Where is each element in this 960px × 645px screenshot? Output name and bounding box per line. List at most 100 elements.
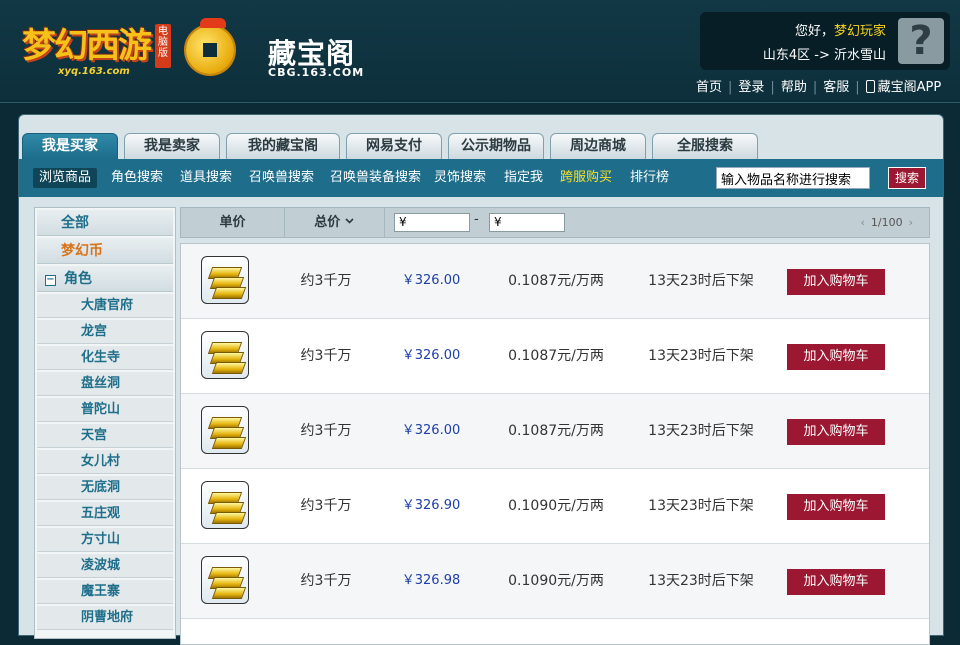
table-row[interactable]: 约3千万 ￥326.90 0.1090元/万两 13天23时后下架 加入购物车: [181, 469, 929, 544]
add-to-cart-button[interactable]: 加入购物车: [787, 494, 885, 520]
sidebar-item-role[interactable]: 魔王寨: [37, 580, 173, 604]
link-home[interactable]: 首页: [696, 80, 722, 95]
list-header: 单价 总价 ¥ - ¥ ‹ 1/100 ›: [180, 207, 930, 238]
sidebar-item-role[interactable]: 凌波城: [37, 554, 173, 578]
page-indicator: 1/100: [870, 216, 903, 229]
chevron-down-icon: [345, 218, 354, 224]
game-logo-badge: 电脑版: [155, 24, 171, 68]
tab-seller[interactable]: 我是卖家: [124, 133, 220, 159]
top-links: 首页 | 登录 | 帮助 | 客服 | 藏宝阁APP: [696, 80, 942, 95]
collapse-icon[interactable]: −: [45, 275, 56, 286]
category-roles-label: 角色: [64, 271, 92, 287]
listing-expire: 13天23时后下架: [648, 573, 754, 589]
table-row[interactable]: 约3千万 ￥326.00 0.1087元/万两 13天23时后下架 加入购物车: [181, 394, 929, 469]
price-range-dash: -: [474, 212, 479, 227]
sidebar-item-role[interactable]: 五庄观: [37, 502, 173, 526]
phone-icon: [865, 80, 875, 93]
tab-mall[interactable]: 周边商城: [550, 133, 646, 159]
tab-my-cbg[interactable]: 我的藏宝阁: [226, 133, 340, 159]
link-service[interactable]: 客服: [823, 80, 849, 95]
subnav-accessory-search[interactable]: 灵饰搜索: [428, 168, 492, 188]
pager: ‹ 1/100 ›: [854, 208, 919, 237]
category-roles[interactable]: − 角色: [37, 266, 173, 292]
server-info: 山东4区 -> 沂水雪山: [762, 48, 886, 63]
game-logo[interactable]: 梦幻西游 电脑版 xyq.163.com: [22, 18, 182, 80]
greeting: 您好，梦幻玩家: [794, 24, 886, 39]
gold-bar-icon[interactable]: [201, 406, 249, 454]
sidebar-item-role[interactable]: 方寸山: [37, 528, 173, 552]
sub-navigation: 浏览商品 角色搜索 道具搜索 召唤兽搜索 召唤兽装备搜索 灵饰搜索 指定我 跨服…: [19, 159, 943, 197]
listing-rate: 0.1087元/万两: [508, 273, 604, 289]
sidebar-item-role[interactable]: 女儿村: [37, 450, 173, 474]
table-row[interactable]: 约3千万 ￥326.98 0.1090元/万两 13天23时后下架 加入购物车: [181, 544, 929, 619]
category-all[interactable]: 全部: [37, 210, 173, 236]
min-price-input[interactable]: ¥: [394, 213, 470, 232]
subnav-browse[interactable]: 浏览商品: [33, 168, 98, 188]
max-price-input[interactable]: ¥: [489, 213, 565, 232]
listing-amount: 约3千万: [300, 423, 352, 439]
next-page-icon[interactable]: ›: [909, 216, 913, 229]
table-row[interactable]: 约3千万 ￥326.00 0.1087元/万两 13天23时后下架 加入购物车: [181, 244, 929, 319]
link-help[interactable]: 帮助: [781, 80, 807, 95]
listing-rate: 0.1087元/万两: [508, 423, 604, 439]
listing-amount: 约3千万: [300, 348, 352, 364]
sort-total-price[interactable]: 总价: [284, 208, 385, 237]
site-header: 梦幻西游 电脑版 xyq.163.com 藏宝阁 CBG.163.COM 您好，…: [0, 0, 960, 103]
tab-buyer[interactable]: 我是买家: [22, 133, 118, 159]
gold-bar-icon[interactable]: [201, 256, 249, 304]
subnav-role-search[interactable]: 角色搜索: [105, 168, 169, 188]
search-button[interactable]: 搜索: [888, 167, 926, 189]
sidebar-item-role[interactable]: 大唐官府: [37, 294, 173, 318]
cbg-logo[interactable]: 藏宝阁 CBG.163.COM: [186, 18, 366, 82]
subnav-ranking[interactable]: 排行榜: [624, 168, 675, 188]
subnav-assigned-me[interactable]: 指定我: [498, 168, 549, 188]
subnav-item-search[interactable]: 道具搜索: [174, 168, 238, 188]
avatar[interactable]: ?: [898, 18, 944, 64]
listing-price: ￥326.00: [401, 348, 461, 363]
listing-price: ￥326.00: [401, 273, 461, 288]
sidebar-item-role[interactable]: 化生寺: [37, 346, 173, 370]
sidebar-item-role[interactable]: 龙宫: [37, 320, 173, 344]
sort-unit-price[interactable]: 单价: [181, 208, 285, 237]
game-logo-url: xyq.163.com: [58, 66, 130, 77]
subnav-pet-search[interactable]: 召唤兽搜索: [243, 168, 320, 188]
listing-rate: 0.1090元/万两: [508, 498, 604, 514]
sidebar-item-role[interactable]: 无底洞: [37, 476, 173, 500]
add-to-cart-button[interactable]: 加入购物车: [787, 569, 885, 595]
main-panel: 我是买家 我是卖家 我的藏宝阁 网易支付 公示期物品 周边商城 全服搜索 浏览商…: [18, 114, 944, 645]
cbg-logo-url: CBG.163.COM: [268, 66, 365, 79]
tab-public-items[interactable]: 公示期物品: [448, 133, 544, 159]
add-to-cart-button[interactable]: 加入购物车: [787, 344, 885, 370]
total-price-label: 总价: [314, 215, 341, 230]
search-input[interactable]: [716, 167, 870, 189]
sidebar-item-role[interactable]: 阴曹地府: [37, 606, 173, 630]
link-login[interactable]: 登录: [738, 80, 764, 95]
tab-netease-pay[interactable]: 网易支付: [346, 133, 442, 159]
add-to-cart-button[interactable]: 加入购物车: [787, 269, 885, 295]
add-to-cart-button[interactable]: 加入购物车: [787, 419, 885, 445]
tab-all-server-search[interactable]: 全服搜索: [652, 133, 758, 159]
sidebar-item-role[interactable]: 普陀山: [37, 398, 173, 422]
subnav-pet-equip-search[interactable]: 召唤兽装备搜索: [324, 168, 427, 188]
table-row[interactable]: 约3千万 ￥326.00 0.1087元/万两 13天23时后下架 加入购物车: [181, 319, 929, 394]
listing-amount: 约3千万: [300, 498, 352, 514]
coin-icon: [186, 18, 234, 74]
link-app[interactable]: 藏宝阁APP: [878, 80, 942, 95]
game-logo-text: 梦幻西游: [22, 26, 152, 66]
listing-expire: 13天23时后下架: [648, 348, 754, 364]
subnav-cross-server[interactable]: 跨服购买: [554, 168, 618, 188]
category-currency[interactable]: 梦幻币: [37, 238, 173, 264]
prev-page-icon[interactable]: ‹: [860, 216, 864, 229]
gold-bar-icon[interactable]: [201, 481, 249, 529]
sidebar-item-role[interactable]: 盘丝洞: [37, 372, 173, 396]
main-tabs: 我是买家 我是卖家 我的藏宝阁 网易支付 公示期物品 周边商城 全服搜索: [22, 133, 764, 159]
listing-price: ￥326.98: [401, 573, 461, 588]
listing-amount: 约3千万: [300, 273, 352, 289]
gold-bar-icon[interactable]: [201, 556, 249, 604]
listing-expire: 13天23时后下架: [648, 498, 754, 514]
username-link[interactable]: 梦幻玩家: [834, 24, 886, 39]
listing-rate: 0.1087元/万两: [508, 348, 604, 364]
sidebar-item-role[interactable]: 天宫: [37, 424, 173, 448]
gold-bar-icon[interactable]: [201, 331, 249, 379]
listing-expire: 13天23时后下架: [648, 273, 754, 289]
